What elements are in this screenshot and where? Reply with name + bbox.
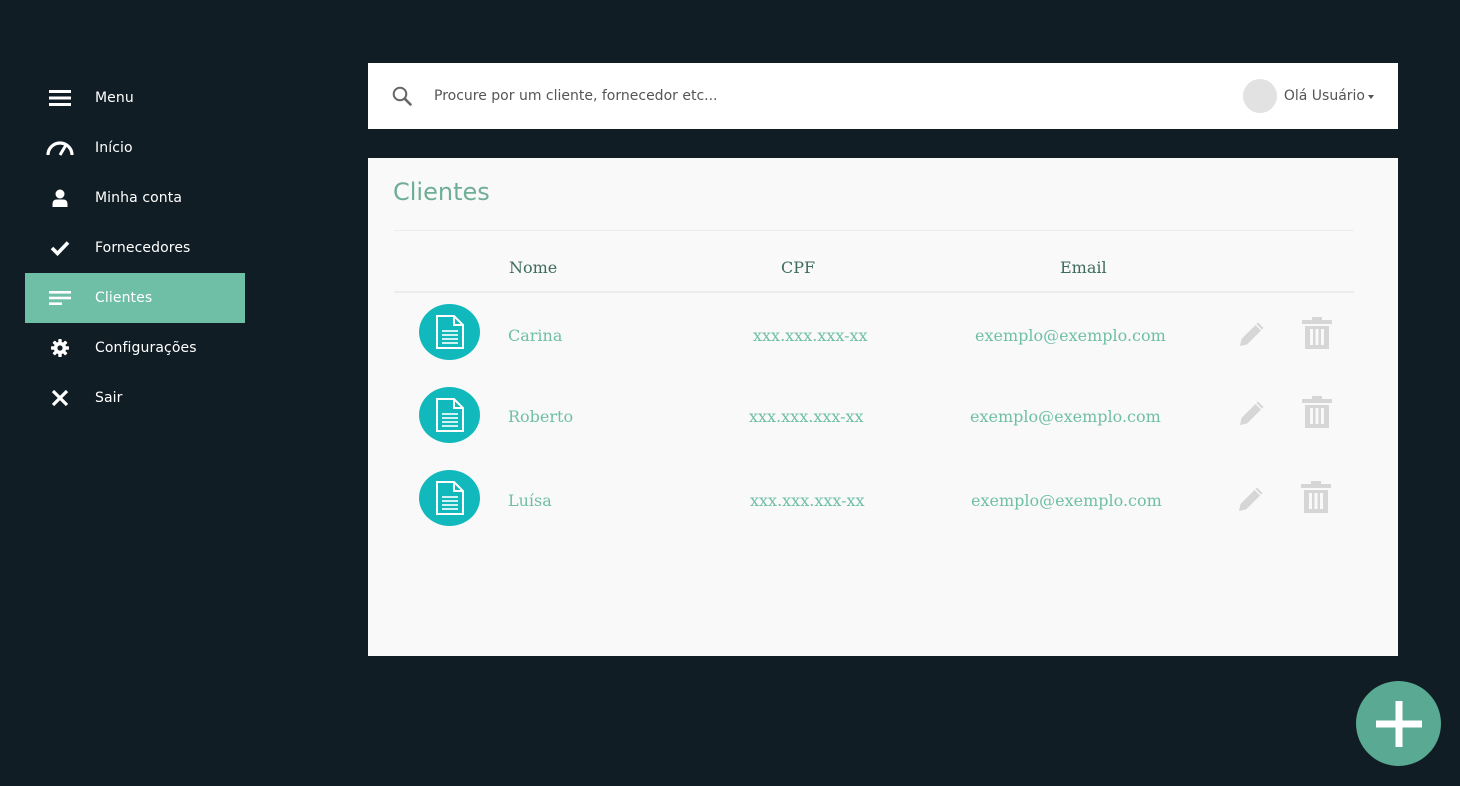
sidebar-item-clientes[interactable]: Clientes (25, 273, 245, 323)
close-icon (25, 389, 95, 407)
sidebar-item-menu[interactable]: Menu (25, 73, 245, 123)
document-icon (435, 398, 464, 432)
add-client-button[interactable] (1356, 681, 1441, 766)
sidebar-item-label: Início (95, 140, 133, 156)
client-cpf: xxx.xxx.xxx-xx (750, 491, 865, 510)
check-icon (25, 240, 95, 256)
clients-panel: Clientes Nome CPF Email Carina xxx.xxx.x… (368, 158, 1398, 656)
client-name: Roberto (508, 407, 574, 426)
table-row: Luísa xxx.xxx.xxx-xx exemplo@exemplo.com (368, 470, 1398, 530)
top-search-bar: Olá Usuário (368, 63, 1398, 129)
caret-down-icon (1368, 95, 1374, 99)
hamburger-icon (25, 89, 95, 107)
user-greeting: Olá Usuário (1283, 88, 1365, 104)
divider (394, 230, 1354, 231)
client-name: Luísa (508, 491, 552, 510)
pencil-icon (1240, 322, 1264, 346)
column-header-email: Email (1060, 258, 1107, 277)
divider (394, 291, 1354, 293)
edit-button[interactable] (1235, 483, 1267, 519)
pencil-icon (1239, 487, 1263, 511)
page-title: Clientes (393, 178, 490, 206)
document-icon (435, 481, 464, 515)
speedometer-icon (25, 140, 95, 156)
sidebar-item-minha-conta[interactable]: Minha conta (25, 173, 245, 223)
table-row: Carina xxx.xxx.xxx-xx exemplo@exemplo.co… (368, 304, 1398, 364)
document-button[interactable] (419, 470, 480, 526)
trash-icon (1302, 396, 1332, 428)
delete-button[interactable] (1301, 395, 1333, 433)
plus-icon (1375, 700, 1422, 747)
client-email: exemplo@exemplo.com (971, 491, 1162, 510)
sidebar-item-label: Clientes (95, 290, 153, 306)
search-icon[interactable] (392, 86, 412, 110)
document-button[interactable] (419, 304, 480, 360)
sidebar-item-sair[interactable]: Sair (25, 373, 245, 423)
column-header-cpf: CPF (781, 258, 816, 277)
sidebar-item-label: Sair (95, 390, 123, 406)
sidebar-item-label: Configurações (95, 340, 197, 356)
client-name: Carina (508, 326, 563, 345)
client-email: exemplo@exemplo.com (975, 326, 1166, 345)
user-icon (25, 189, 95, 207)
search-input[interactable] (434, 81, 1034, 111)
sidebar-item-label: Fornecedores (95, 240, 191, 256)
table-row: Roberto xxx.xxx.xxx-xx exemplo@exemplo.c… (368, 387, 1398, 447)
sidebar: Menu Início Minha conta Fornecedores Cli… (25, 73, 245, 423)
sidebar-item-configuracoes[interactable]: Configurações (25, 323, 245, 373)
client-cpf: xxx.xxx.xxx-xx (753, 326, 868, 345)
user-menu[interactable]: Olá Usuário (1242, 79, 1374, 113)
sidebar-item-inicio[interactable]: Início (25, 123, 245, 173)
document-button[interactable] (419, 387, 480, 443)
delete-button[interactable] (1301, 316, 1333, 354)
list-icon (25, 290, 95, 306)
document-icon (435, 315, 464, 349)
trash-icon (1302, 317, 1332, 349)
trash-icon (1301, 481, 1331, 513)
delete-button[interactable] (1300, 480, 1332, 518)
sidebar-item-fornecedores[interactable]: Fornecedores (25, 223, 245, 273)
column-header-nome: Nome (509, 258, 558, 277)
edit-button[interactable] (1236, 318, 1268, 354)
client-cpf: xxx.xxx.xxx-xx (749, 407, 864, 426)
gear-icon (25, 339, 95, 357)
sidebar-item-label: Menu (95, 90, 134, 106)
avatar (1242, 79, 1277, 113)
edit-button[interactable] (1236, 397, 1268, 433)
pencil-icon (1240, 401, 1264, 425)
sidebar-item-label: Minha conta (95, 190, 183, 206)
client-email: exemplo@exemplo.com (970, 407, 1161, 426)
